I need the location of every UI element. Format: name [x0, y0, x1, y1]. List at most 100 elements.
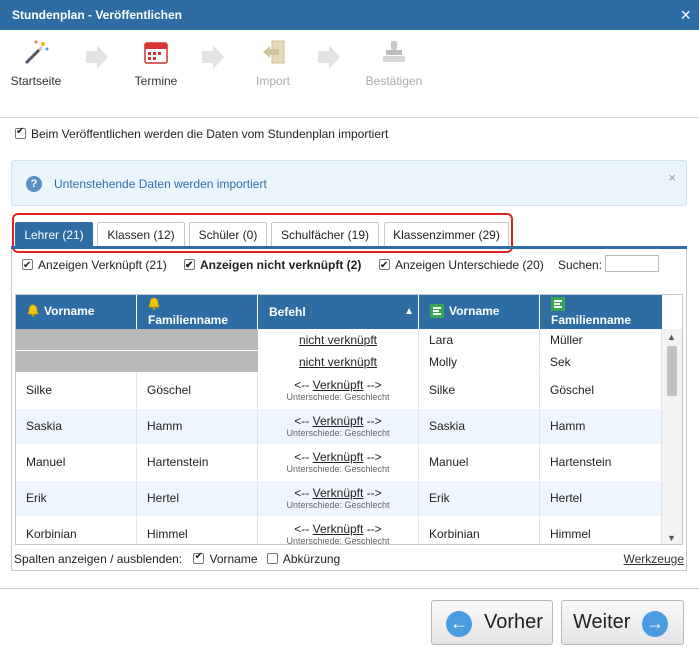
- col-command[interactable]: Befehl ▲: [258, 295, 419, 329]
- info-message: Untenstehende Daten werden importiert: [54, 177, 267, 191]
- abbrev-label: Abkürzung: [282, 552, 341, 566]
- magic-wand-icon: [22, 38, 50, 66]
- grid-cell: Göschel: [540, 373, 662, 408]
- scroll-up-icon[interactable]: ▲: [667, 332, 676, 342]
- table-row[interactable]: Saskia Hamm <-- Verknüpft --> Unterschiede:…: [16, 409, 662, 445]
- grid-scrollbar[interactable]: ▲ ▼: [661, 329, 682, 544]
- cell-value: Himmel: [550, 527, 591, 541]
- grid-cell: [137, 329, 258, 350]
- grid-cell: [16, 351, 137, 372]
- table-row[interactable]: Korbinian Himmel <-- Verknüpft --> Untersch…: [16, 517, 662, 545]
- table-row[interactable]: Manuel Hartenstein <-- Verknüpft --> Unters…: [16, 445, 662, 481]
- link-suffix: -->: [366, 450, 382, 464]
- diff-note: Unterschiede: Geschlecht: [286, 392, 390, 402]
- cell-value: Manuel: [26, 455, 66, 469]
- header-label: Familienname: [148, 313, 229, 327]
- grid-cell: Himmel: [540, 517, 662, 544]
- filter-unlinked-label: Anzeigen nicht verknüpft (2): [200, 258, 362, 272]
- cell-value: Hamm: [147, 419, 183, 433]
- first-name-checkbox[interactable]: [193, 551, 205, 564]
- diff-note: Unterschiede: Geschlecht: [286, 536, 390, 545]
- untis-logo-icon: [551, 297, 565, 314]
- grid-cell: Saskia: [16, 409, 137, 444]
- window-title: Stundenplan - Veröffentlichen: [12, 8, 183, 22]
- filter-unlinked-checkbox[interactable]: [184, 257, 195, 275]
- command-cell: <-- Verknüpft --> Unterschiede: Geschlech…: [258, 409, 419, 444]
- step-label: Termine: [134, 74, 178, 88]
- cell-value: Erik: [429, 491, 450, 505]
- link-prefix: <--: [294, 450, 310, 464]
- grid-cell: Lara: [419, 329, 540, 350]
- prev-button[interactable]: ← Vorher: [431, 600, 553, 645]
- cell-value: Silke: [429, 383, 456, 397]
- header-label: Befehl: [269, 305, 306, 319]
- cell-value: Manuel: [429, 455, 469, 469]
- link-suffix: -->: [366, 414, 382, 428]
- wizard-steps: Startseite Termine Import Bestätigen: [0, 30, 699, 118]
- grid-cell: Manuel: [419, 445, 540, 480]
- grid-cell: Silke: [419, 373, 540, 408]
- filter-linked[interactable]: Anzeigen Verknüpft (21): [22, 256, 167, 275]
- link-prefix: <--: [294, 522, 310, 536]
- col-left-first[interactable]: Vorname: [16, 295, 137, 329]
- cell-value: Hertel: [550, 491, 583, 505]
- filter-diffs-checkbox[interactable]: [379, 257, 390, 275]
- calendar-icon: [142, 38, 170, 66]
- linked-link[interactable]: Verknüpft: [313, 414, 364, 428]
- cell-value: Saskia: [429, 419, 466, 433]
- table-row[interactable]: Silke Göschel <-- Verknüpft --> Unterschied…: [16, 373, 662, 409]
- step-bestaetigen: Bestätigen: [361, 38, 427, 88]
- command-cell: <-- Verknüpft --> Unterschiede: Geschlech…: [258, 517, 419, 545]
- step-label: Startseite: [10, 74, 62, 88]
- grid-cell: Erik: [16, 481, 137, 516]
- col-right-first[interactable]: Vorname: [419, 295, 540, 329]
- step-termine[interactable]: Termine: [123, 38, 189, 88]
- table-row[interactable]: nicht verknüpft Molly Sek: [16, 351, 662, 373]
- grid-cell: Hamm: [137, 409, 258, 444]
- toggle-abbrev[interactable]: Abkürzung: [266, 552, 341, 566]
- tools-link[interactable]: Werkzeuge: [624, 552, 684, 566]
- grid-cell: Sek: [540, 351, 662, 372]
- unlinked-link[interactable]: nicht verknüpft: [299, 355, 377, 369]
- linked-link[interactable]: Verknüpft: [313, 450, 364, 464]
- grid-cell: Korbinian: [419, 517, 540, 544]
- abbrev-checkbox[interactable]: [266, 553, 278, 564]
- col-right-last[interactable]: Familienname: [540, 295, 662, 329]
- arrow-left-icon: ←: [446, 611, 472, 637]
- filter-unlinked[interactable]: Anzeigen nicht verknüpft (2): [184, 256, 362, 275]
- import-option[interactable]: Beim Veröffentlichen werden die Daten vo…: [15, 126, 388, 141]
- grid-cell: Müller: [540, 329, 662, 350]
- filter-linked-label: Anzeigen Verknüpft (21): [38, 258, 167, 272]
- filter-linked-checkbox[interactable]: [22, 257, 33, 275]
- linked-link[interactable]: Verknüpft: [313, 378, 364, 392]
- sort-asc-icon[interactable]: ▲: [404, 306, 414, 317]
- unlinked-link[interactable]: nicht verknüpft: [299, 333, 377, 347]
- link-prefix: <--: [294, 414, 310, 428]
- search-input[interactable]: [605, 255, 659, 272]
- import-checkbox[interactable]: [15, 126, 26, 139]
- table-row[interactable]: Erik Hertel <-- Verknüpft --> Unterschiede:…: [16, 481, 662, 517]
- grid-cell: Hertel: [137, 481, 258, 516]
- filter-diffs[interactable]: Anzeigen Unterschiede (20): [379, 256, 544, 275]
- cell-value: Hertel: [147, 491, 180, 505]
- cell-value: Hamm: [550, 419, 586, 433]
- scroll-down-icon[interactable]: ▼: [667, 533, 676, 543]
- col-left-last[interactable]: Familienname: [137, 295, 258, 329]
- diff-note: Unterschiede: Geschlecht: [286, 500, 390, 510]
- step-label: Bestätigen: [365, 74, 423, 88]
- close-icon[interactable]: ×: [680, 0, 691, 30]
- data-grid: Vorname Familienname Befehl ▲ Vorname Fa…: [15, 294, 683, 545]
- arrow-right-icon: [86, 44, 108, 70]
- linked-link[interactable]: Verknüpft: [313, 522, 364, 536]
- scroll-thumb[interactable]: [667, 346, 677, 396]
- table-row[interactable]: nicht verknüpft Lara Müller: [16, 329, 662, 351]
- toggle-first-name[interactable]: Vorname: [193, 551, 258, 566]
- cell-value: Saskia: [26, 419, 63, 433]
- header-label: Vorname: [449, 304, 500, 318]
- linked-link[interactable]: Verknüpft: [313, 486, 364, 500]
- close-icon[interactable]: ×: [668, 170, 676, 185]
- step-startseite[interactable]: Startseite: [3, 38, 69, 88]
- arrow-right-icon: [318, 44, 340, 70]
- next-button[interactable]: Weiter →: [561, 600, 684, 645]
- cell-value: Molly: [429, 355, 458, 369]
